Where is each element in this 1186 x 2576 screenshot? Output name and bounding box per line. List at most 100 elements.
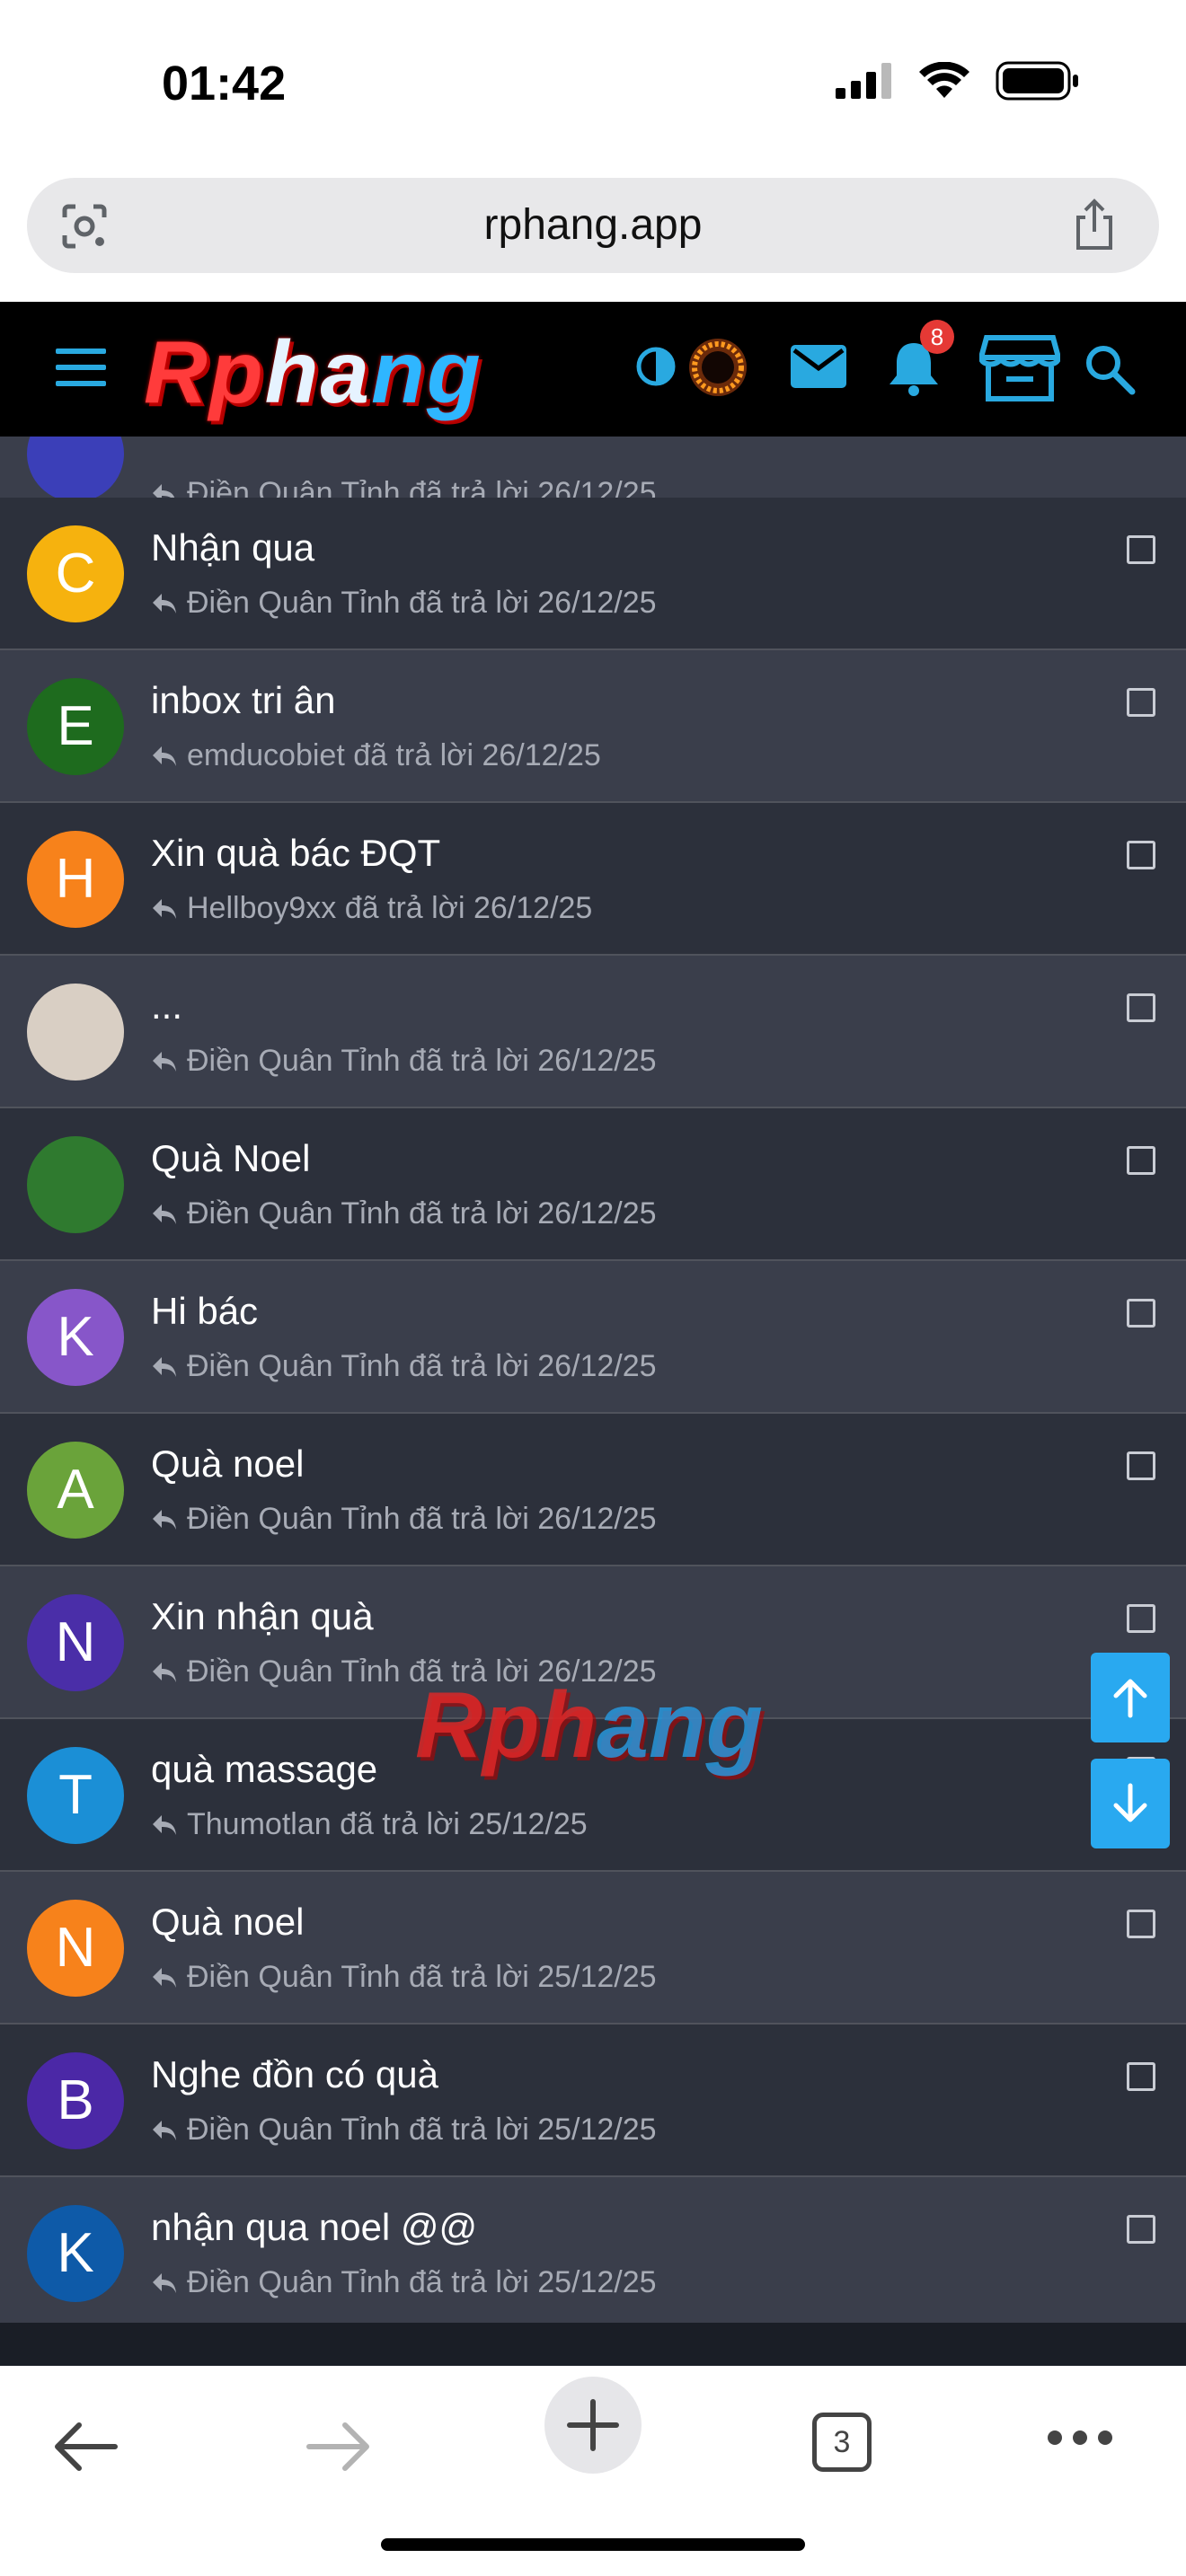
list-item-meta: Hellboy9xx đã trả lời 26/12/25 xyxy=(151,891,592,926)
battery-icon xyxy=(996,61,1078,101)
menu-icon[interactable] xyxy=(56,348,106,390)
share-icon[interactable] xyxy=(1069,198,1120,251)
list-item[interactable]: B Nghe đồn có quà Điền Quân Tỉnh đã trả lờ… xyxy=(0,2025,1186,2177)
list-item-title[interactable]: Quà Noel xyxy=(151,1137,310,1180)
avatar: K xyxy=(27,2205,124,2302)
avatar: N xyxy=(27,1594,124,1691)
select-checkbox[interactable] xyxy=(1127,1299,1155,1328)
list-item[interactable]: Tquà massage Thumotlan đã trả lời 25/12/2… xyxy=(0,1719,1186,1872)
more-options-icon[interactable] xyxy=(1046,2429,1114,2447)
site-header: Rphang 8 xyxy=(0,302,1186,437)
select-checkbox[interactable] xyxy=(1127,841,1155,869)
search-icon[interactable] xyxy=(1084,343,1136,395)
list-item-meta: Điền Quân Tỉnh đã trả lời 26/12/25 xyxy=(151,1196,657,1231)
reply-icon xyxy=(153,1051,176,1072)
status-bar: 01:42 xyxy=(0,0,1186,171)
wifi-icon xyxy=(919,62,969,98)
list-item[interactable]: K Hi bác Điền Quân Tỉnh đã trả lời 26/12/2… xyxy=(0,1261,1186,1414)
list-item-meta: Điền Quân Tỉnh đã trả lời 25/12/25 xyxy=(151,2113,657,2148)
avatar: B xyxy=(27,2052,124,2149)
list-item-title[interactable]: Xin nhận quà xyxy=(151,1595,374,1638)
list-item-meta: Điền Quân Tỉnh đã trả lời 25/12/25 xyxy=(151,1960,657,1995)
avatar: T xyxy=(27,1747,124,1844)
list-item-title[interactable]: Nhận qua xyxy=(151,526,314,569)
tab-switcher-button[interactable]: 3 xyxy=(812,2413,872,2472)
new-tab-button[interactable] xyxy=(543,2375,643,2475)
select-checkbox[interactable] xyxy=(1127,1146,1155,1175)
list-item[interactable]: Einbox tri ân emducobiet đã trả lời 26/12… xyxy=(0,650,1186,803)
select-checkbox[interactable] xyxy=(1127,2062,1155,2091)
list-item-meta: Điền Quân Tỉnh đã trả lời 26/12/25 xyxy=(151,1654,657,1689)
select-checkbox[interactable] xyxy=(1127,1910,1155,1938)
select-checkbox[interactable] xyxy=(1127,535,1155,564)
list-item-title[interactable]: inbox tri ân xyxy=(151,679,335,722)
scroll-top-button[interactable] xyxy=(1091,1653,1170,1742)
avatar: K xyxy=(27,1289,124,1386)
forward-icon[interactable] xyxy=(305,2420,372,2474)
reply-icon xyxy=(153,745,176,766)
avatar xyxy=(27,437,124,502)
url-text[interactable]: rphang.app xyxy=(27,178,1159,273)
arrow-down-icon xyxy=(1113,1783,1147,1822)
conversation-list: Điền Quân Tỉnh đã trả lời 26/12/25 C Nhận… xyxy=(0,437,1186,2323)
list-item-title[interactable]: Quà noel xyxy=(151,1442,304,1486)
list-item-meta: Thumotlan đã trả lời 25/12/25 xyxy=(151,1807,588,1842)
avatar: H xyxy=(27,831,124,928)
site-logo[interactable]: Rphang xyxy=(144,322,482,423)
home-indicator xyxy=(381,2538,805,2551)
list-item[interactable]: N Xin nhận quà Điền Quân Tỉnh đã trả lời 2… xyxy=(0,1566,1186,1719)
list-item-meta: Điền Quân Tỉnh đã trả lời 26/12/25 xyxy=(151,1502,657,1537)
list-item[interactable]: Quà Noel Điền Quân Tỉnh đã trả lời 26/12/… xyxy=(0,1108,1186,1261)
list-item-meta: Điền Quân Tỉnh đã trả lời 26/12/25 xyxy=(151,1044,657,1079)
reply-icon xyxy=(153,593,176,613)
list-item-title[interactable]: nhận qua noel @@ xyxy=(151,2206,477,2249)
list-item-title[interactable]: Xin quà bác ĐQT xyxy=(151,832,440,875)
reply-icon xyxy=(153,1356,176,1377)
arrow-up-icon xyxy=(1113,1679,1147,1718)
back-icon[interactable] xyxy=(52,2420,119,2474)
list-item-title[interactable]: quà massage xyxy=(151,1748,377,1791)
list-item-title[interactable]: Hi bác xyxy=(151,1290,258,1333)
reply-icon xyxy=(153,1814,176,1835)
avatar: E xyxy=(27,678,124,775)
select-checkbox[interactable] xyxy=(1127,993,1155,1022)
avatar: N xyxy=(27,1900,124,1997)
status-icons xyxy=(836,61,1080,101)
mail-icon[interactable] xyxy=(789,343,848,390)
avatar: C xyxy=(27,525,124,622)
store-icon[interactable] xyxy=(979,334,1060,402)
reply-icon xyxy=(153,1967,176,1988)
reply-icon xyxy=(153,898,176,919)
theme-toggle-icon[interactable] xyxy=(634,345,677,388)
eclipse-avatar-icon[interactable] xyxy=(685,334,751,401)
list-item[interactable]: A Quà noel Điền Quân Tỉnh đã trả lời 26/12… xyxy=(0,1414,1186,1566)
list-item[interactable]: N Quà noel Điền Quân Tỉnh đã trả lời 25/12… xyxy=(0,1872,1186,2025)
page-footer-strip xyxy=(0,2323,1186,2366)
list-item-meta: Điền Quân Tỉnh đã trả lời 26/12/25 xyxy=(151,1349,657,1384)
select-checkbox[interactable] xyxy=(1127,2215,1155,2244)
avatar xyxy=(27,1136,124,1233)
list-item[interactable]: ... Điền Quân Tỉnh đã trả lời 26/12/25 xyxy=(0,956,1186,1108)
scroll-bottom-button[interactable] xyxy=(1091,1759,1170,1848)
address-bar[interactable]: rphang.app xyxy=(27,178,1159,273)
notification-badge: 8 xyxy=(920,320,954,354)
reply-icon xyxy=(153,2120,176,2140)
avatar: A xyxy=(27,1442,124,1539)
reply-icon xyxy=(153,1509,176,1530)
list-item-meta: emducobiet đã trả lời 26/12/25 xyxy=(151,738,601,773)
list-item-meta: Điền Quân Tỉnh đã trả lời 26/12/25 xyxy=(151,586,657,621)
avatar xyxy=(27,984,124,1081)
list-item[interactable]: H Xin quà bác ĐQT Hellboy9xx đã trả lời 26… xyxy=(0,803,1186,956)
list-item-title[interactable]: Nghe đồn có quà xyxy=(151,2053,438,2096)
reply-icon xyxy=(153,1204,176,1224)
cellular-signal-icon xyxy=(836,63,891,99)
reply-icon xyxy=(153,1662,176,1682)
list-item[interactable]: C Nhận qua Điền Quân Tỉnh đã trả lời 26/12… xyxy=(0,498,1186,650)
list-item[interactable]: Knhận qua noel @@ Điền Quân Tỉnh đã trả l… xyxy=(0,2177,1186,2323)
select-checkbox[interactable] xyxy=(1127,1604,1155,1633)
list-item-title[interactable]: ... xyxy=(151,984,182,1028)
select-checkbox[interactable] xyxy=(1127,688,1155,717)
list-item-title[interactable]: Quà noel xyxy=(151,1901,304,1944)
select-checkbox[interactable] xyxy=(1127,1451,1155,1480)
list-item-meta: Điền Quân Tỉnh đã trả lời 25/12/25 xyxy=(151,2265,657,2300)
